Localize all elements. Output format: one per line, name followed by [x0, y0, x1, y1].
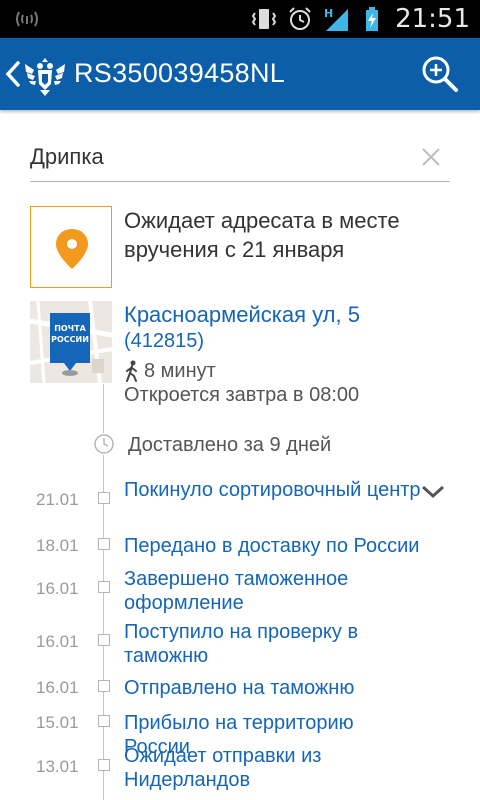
chevron-left-icon[interactable]: [4, 60, 22, 88]
event-node: [98, 492, 110, 504]
event-node: [98, 715, 110, 727]
zoom-in-icon[interactable]: [420, 54, 460, 94]
event-label[interactable]: Завершено таможенное оформление: [124, 567, 424, 615]
event-node: [98, 680, 110, 692]
delivery-duration: Доставлено за 9 дней: [128, 434, 332, 456]
parcel-name-input[interactable]: Дрипка: [30, 138, 450, 182]
map-logo-line2: РОССИИ: [51, 335, 89, 344]
walk-time-text: 8 минут: [144, 359, 216, 382]
map-logo-line1: ПОЧТА: [54, 324, 86, 333]
event-label[interactable]: Отправлено на таможню: [124, 676, 424, 700]
location-pin-icon: [56, 229, 88, 269]
event-node: [98, 538, 110, 550]
signal-alert-icon: [16, 11, 38, 27]
walking-person-icon: [126, 360, 137, 382]
battery-charging-icon: [366, 7, 379, 31]
map-icon: ПОЧТА РОССИИ: [30, 301, 112, 383]
office-index[interactable]: (412815): [124, 329, 204, 353]
close-icon[interactable]: [420, 146, 442, 168]
svg-text:H: H: [324, 7, 333, 20]
status-text: Ожидает адресата в месте вручения с 21 я…: [124, 208, 400, 262]
event-node: [98, 581, 110, 593]
event-label[interactable]: Передано в доставку по России: [124, 534, 424, 558]
tracking-number-title: RS350039458NL: [74, 58, 286, 88]
office-map-thumbnail[interactable]: ПОЧТА РОССИИ: [30, 301, 112, 383]
event-node: [98, 634, 110, 646]
walk-time: 8 минут: [124, 358, 216, 384]
event-node: [98, 759, 110, 771]
vibrate-icon: [251, 9, 277, 29]
office-opening-hours: Откроется завтра в 08:00: [124, 384, 360, 406]
alarm-icon: [289, 7, 311, 30]
parcel-name-value[interactable]: Дрипка: [30, 144, 104, 170]
event-date: 16.01: [36, 579, 79, 598]
chevron-down-icon[interactable]: [420, 484, 446, 500]
russian-post-eagle-icon: [25, 58, 65, 96]
network-h-icon: H: [324, 7, 349, 31]
office-address-link[interactable]: Красноармейская ул, 5: [124, 302, 360, 328]
event-date: 16.01: [36, 678, 79, 697]
clock-icon: [93, 433, 115, 455]
event-date: 16.01: [36, 632, 79, 651]
event-date: 13.01: [36, 757, 79, 776]
status-clock: 21:51: [395, 4, 470, 34]
status-bar: H 21:51: [0, 0, 480, 38]
event-label[interactable]: Ожидает отправки из Нидерландов: [124, 744, 424, 792]
app-bar: RS350039458NL: [0, 38, 480, 110]
event-label[interactable]: Поступило на проверку в таможню: [124, 620, 424, 668]
event-label[interactable]: Покинуло сортировочный центр: [124, 478, 424, 502]
status-card: [30, 206, 112, 288]
event-date: 18.01: [36, 536, 79, 555]
event-date: 15.01: [36, 713, 79, 732]
event-date: 21.01: [36, 490, 79, 509]
